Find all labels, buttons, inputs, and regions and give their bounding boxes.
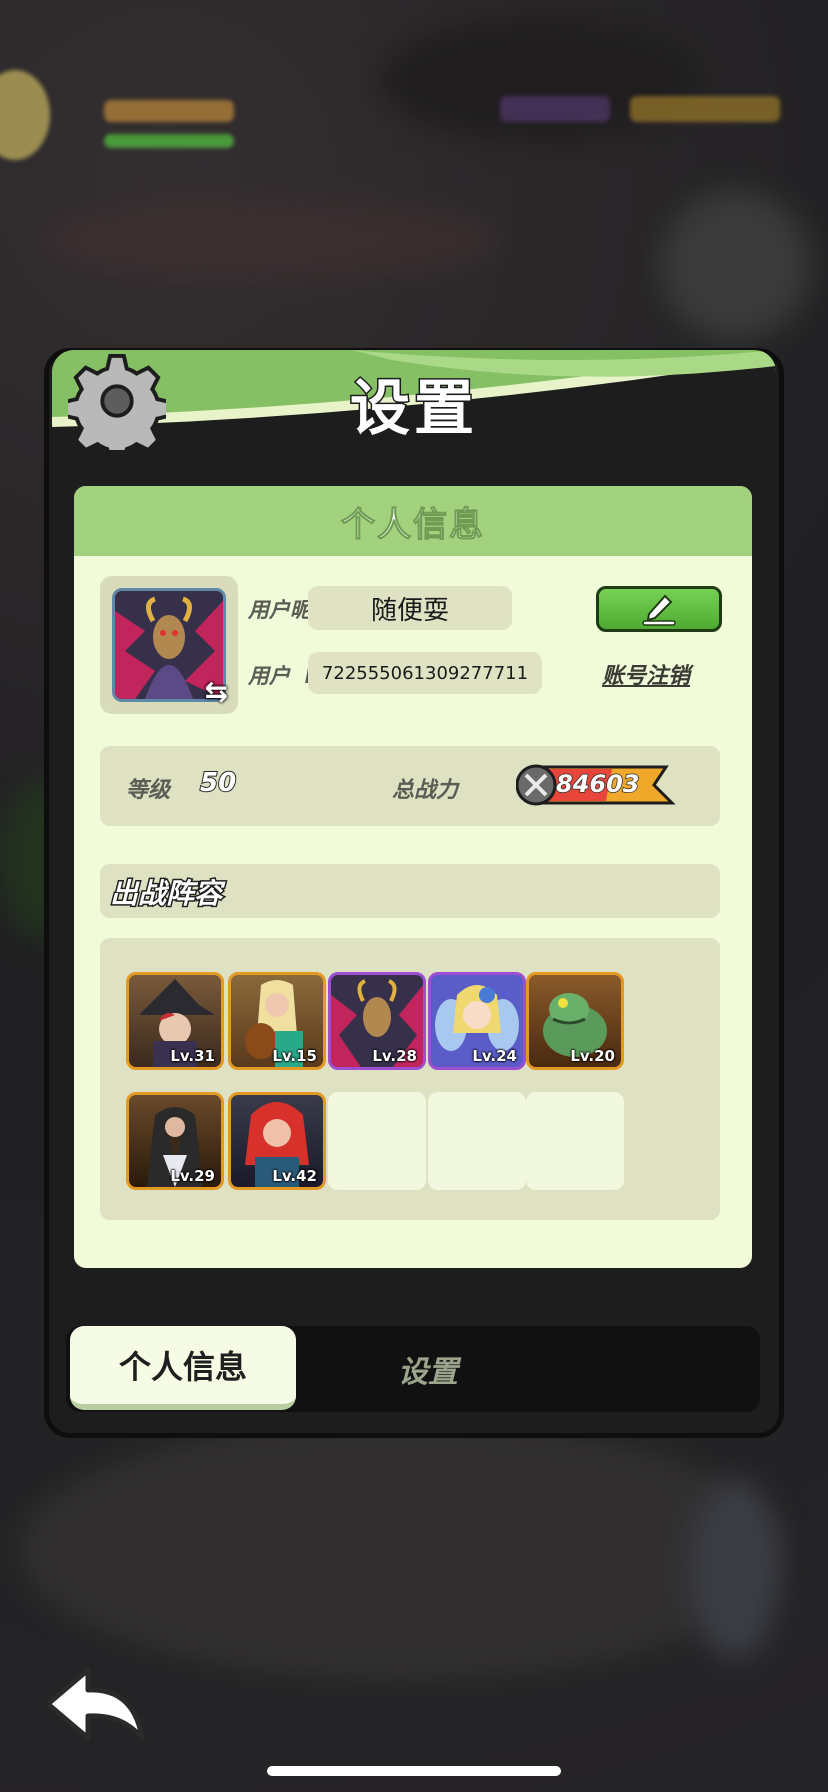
- hero-level: Lv.28: [372, 1047, 417, 1065]
- level-value: 50: [199, 767, 237, 799]
- hud-energy-bar: [104, 134, 234, 148]
- hero-slot-fairy[interactable]: Lv.24: [428, 972, 526, 1070]
- hero-level: Lv.15: [272, 1047, 317, 1065]
- swap-icon: ⇆: [204, 675, 228, 708]
- nickname-field: 随便耍: [308, 586, 512, 630]
- hud-coin-counter: [630, 96, 780, 122]
- lineup-title: 出战阵容: [108, 876, 223, 912]
- power-badge: 84603: [516, 763, 676, 807]
- section-header: 个人信息: [74, 486, 752, 556]
- tab-profile[interactable]: 个人信息: [70, 1326, 296, 1410]
- hero-slot-red-hair[interactable]: Lv.42: [228, 1092, 326, 1190]
- home-indicator[interactable]: [267, 1766, 561, 1776]
- hero-level: Lv.24: [472, 1047, 517, 1065]
- back-arrow-icon: [45, 1667, 145, 1741]
- lineup-header: 出战阵容: [100, 864, 720, 918]
- power-label: 总战力: [392, 778, 459, 803]
- empty-hero-slot[interactable]: [328, 1092, 426, 1190]
- panel-title: 设置: [349, 373, 478, 446]
- power-value: 84603: [555, 769, 640, 799]
- avatar-frame[interactable]: ⇆: [100, 576, 238, 714]
- hero-slot-witch[interactable]: Lv.31: [126, 972, 224, 1070]
- hero-slot-goat-demon[interactable]: Lv.28: [328, 972, 426, 1070]
- user-id-field: 722555061309277711: [308, 652, 542, 694]
- hero-level: Lv.31: [170, 1047, 215, 1065]
- back-button[interactable]: [44, 1664, 148, 1746]
- hero-level: Lv.29: [170, 1167, 215, 1185]
- profile-card: 个人信息 ⇆ 用户昵称 随便耍 用户 ID 722555061309277711…: [74, 486, 752, 1268]
- hud-gem-counter: [500, 96, 610, 122]
- cancel-account-link[interactable]: 账号注销: [602, 658, 690, 690]
- tab-settings[interactable]: 设置: [338, 1326, 518, 1412]
- hero-slot-bard[interactable]: Lv.15: [228, 972, 326, 1070]
- pencil-icon: [642, 594, 676, 626]
- empty-hero-slot[interactable]: [526, 1092, 624, 1190]
- hero-level: Lv.42: [272, 1167, 317, 1185]
- empty-hero-slot[interactable]: [428, 1092, 526, 1190]
- hero-level: Lv.20: [570, 1047, 615, 1065]
- level-label: 等级: [126, 778, 171, 803]
- lineup-grid: Lv.31 Lv.15 Lv.28 Lv.24 Lv.20 Lv.29 Lv.4…: [100, 938, 720, 1220]
- hero-slot-toad[interactable]: Lv.20: [526, 972, 624, 1070]
- edit-nickname-button[interactable]: [596, 586, 722, 632]
- hud-name-bar: [104, 100, 234, 122]
- hero-slot-dark-mage[interactable]: Lv.29: [126, 1092, 224, 1190]
